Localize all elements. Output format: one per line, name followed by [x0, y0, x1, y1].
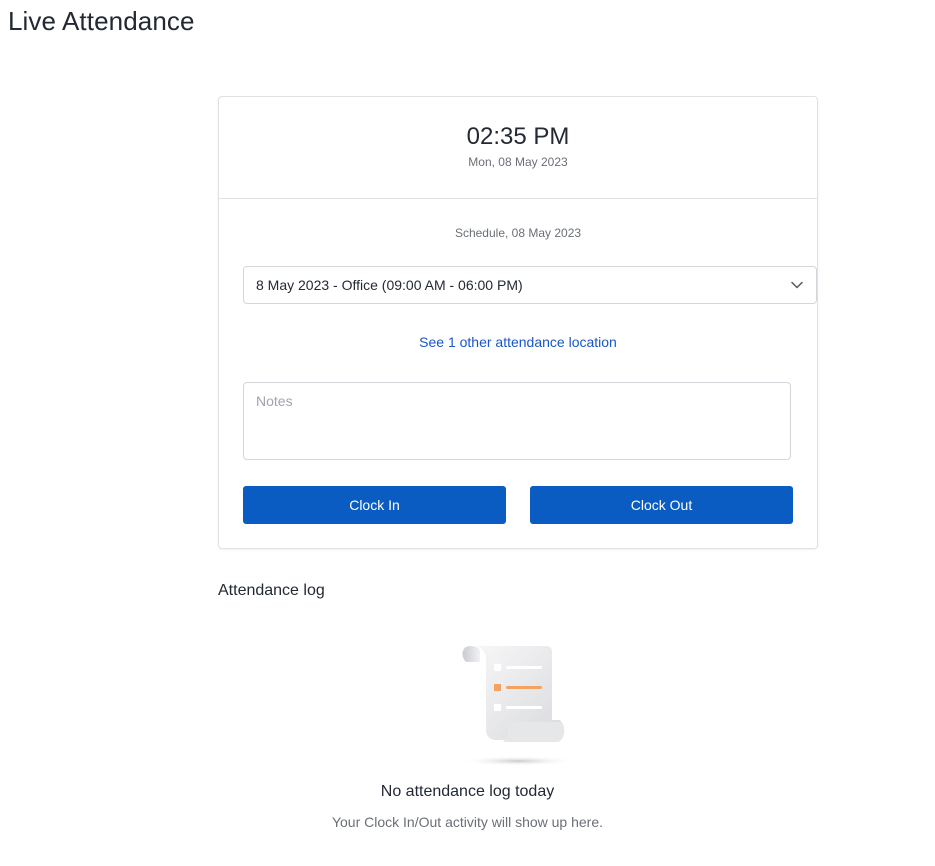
attendance-log-title: Attendance log	[218, 582, 325, 599]
notes-field[interactable]	[243, 382, 791, 460]
page-title: Live Attendance	[8, 6, 195, 36]
current-time: 02:35 PM	[466, 123, 570, 150]
attendance-card: 02:35 PM Mon, 08 May 2023 Schedule, 08 M…	[218, 96, 818, 549]
shift-select-value: 8 May 2023 - Office (09:00 AM - 06:00 PM…	[256, 277, 523, 293]
clock-out-button[interactable]: Clock Out	[530, 486, 793, 524]
empty-log-scroll-icon	[456, 640, 580, 770]
empty-log-subtitle: Your Clock In/Out activity will show up …	[331, 814, 604, 830]
empty-log-title: No attendance log today	[380, 783, 555, 800]
current-date: Mon, 08 May 2023	[468, 155, 568, 169]
schedule-label: Schedule, 08 May 2023	[454, 226, 582, 240]
clock-section: 02:35 PM Mon, 08 May 2023	[219, 97, 817, 199]
chevron-down-icon	[790, 278, 804, 292]
shift-select-dropdown[interactable]: 8 May 2023 - Office (09:00 AM - 06:00 PM…	[243, 266, 817, 304]
other-location-link[interactable]: See 1 other attendance location	[219, 334, 817, 350]
clock-in-button[interactable]: Clock In	[243, 486, 506, 524]
